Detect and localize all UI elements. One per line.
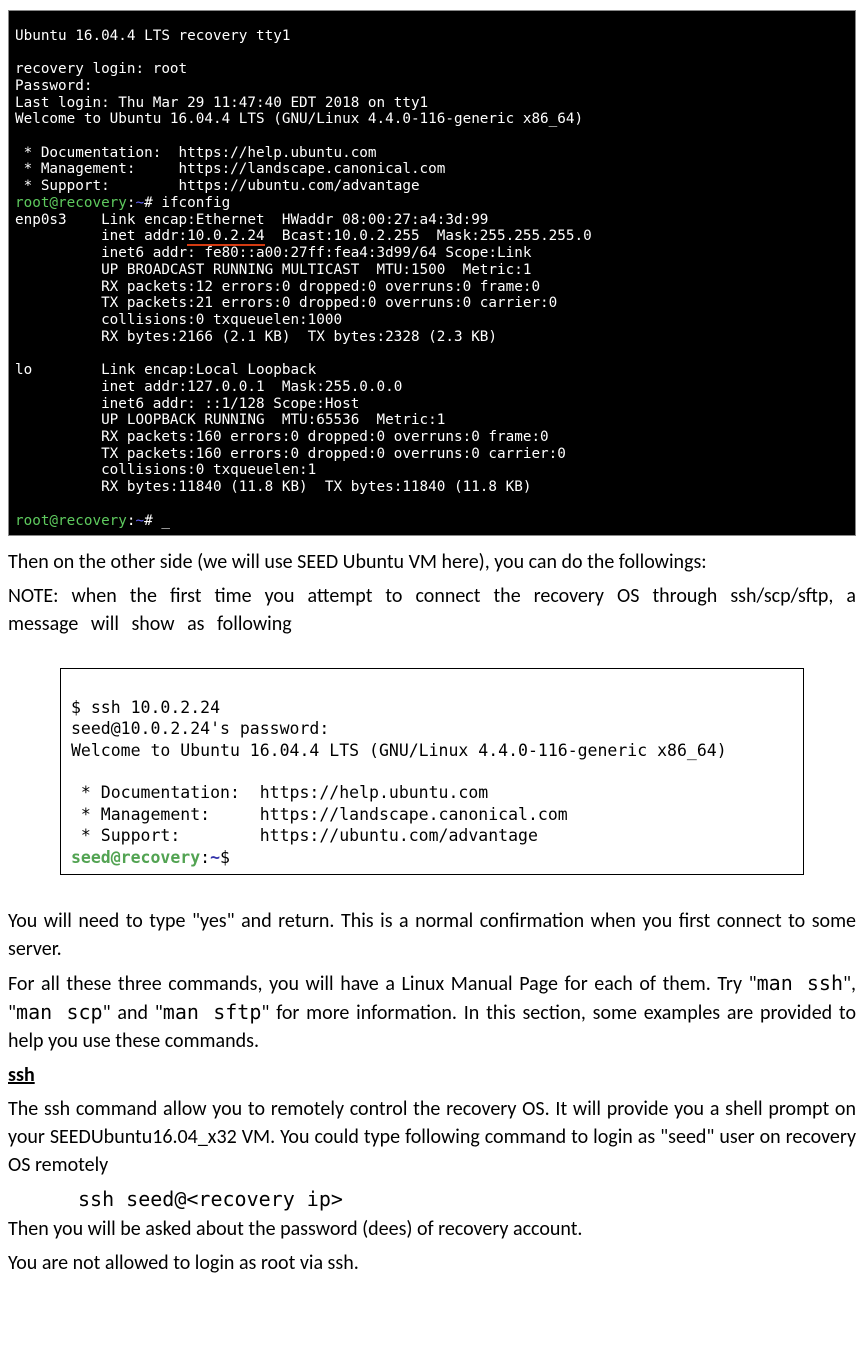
- term-line: Bcast:10.0.2.255 Mask:255.255.255.0: [265, 228, 592, 244]
- term-line: Link encap:Local Loopback: [101, 362, 316, 378]
- term-line: * Support: https://ubuntu.com/advantage: [71, 826, 538, 845]
- prompt-end: $: [220, 848, 230, 867]
- prompt-colon: :: [127, 195, 136, 211]
- term-line: Password:: [15, 78, 92, 94]
- prompt-path: ~: [210, 848, 220, 867]
- term-line: * Support: https://ubuntu.com/advantage: [15, 178, 420, 194]
- body-para-2: You will need to type "yes" and return. …: [0, 895, 864, 1277]
- term-line: Welcome to Ubuntu 16.04.4 LTS (GNU/Linux…: [15, 111, 583, 127]
- cmd-man-sftp: man sftp: [163, 1000, 262, 1024]
- prompt-path: ~: [136, 195, 145, 211]
- ssh-heading: ssh: [8, 1061, 856, 1089]
- term-line: Welcome to Ubuntu 16.04.4 LTS (GNU/Linux…: [71, 741, 727, 760]
- cmd-man-ssh: man ssh: [757, 971, 843, 995]
- term-line: * Management: https://landscape.canonica…: [71, 805, 568, 824]
- para-note: NOTE: when the first time you attempt to…: [8, 582, 856, 638]
- term-line: collisions:0 txqueuelen:1000: [15, 312, 342, 328]
- ssh-command-example: ssh seed@<recovery ip>: [78, 1185, 856, 1213]
- term-line: Ubuntu 16.04.4 LTS recovery tty1: [15, 28, 290, 44]
- prompt-cmd: # ifconfig: [144, 195, 230, 211]
- term-line: inet6 addr: ::1/128 Scope:Host: [15, 396, 359, 412]
- term-line: Last login: Thu Mar 29 11:47:40 EDT 2018…: [15, 95, 428, 111]
- prompt-path: ~: [136, 513, 145, 529]
- cmd-man-scp: man scp: [16, 1000, 103, 1024]
- terminal-seed-ssh: $ ssh 10.0.2.24 seed@10.0.2.24's passwor…: [60, 668, 804, 875]
- prompt-cmd: # _: [144, 513, 170, 529]
- term-line: RX packets:12 errors:0 dropped:0 overrun…: [15, 279, 540, 295]
- term-line: Link encap:Ethernet HWaddr 08:00:27:a4:3…: [101, 212, 488, 228]
- term-line: UP BROADCAST RUNNING MULTICAST MTU:1500 …: [15, 262, 531, 278]
- highlighted-ip: 10.0.2.24: [187, 228, 264, 246]
- term-line: inet addr:127.0.0.1 Mask:255.0.0.0: [15, 379, 402, 395]
- term-line: inet addr:: [15, 228, 187, 244]
- prompt-user: root@recovery: [15, 513, 127, 529]
- term-line: recovery login: root: [15, 61, 187, 77]
- term-line: collisions:0 txqueuelen:1: [15, 462, 316, 478]
- term-line: seed@10.0.2.24's password:: [71, 719, 329, 738]
- prompt-user: root@recovery: [15, 195, 127, 211]
- term-line: $ ssh 10.0.2.24: [71, 698, 220, 717]
- term-line: UP LOOPBACK RUNNING MTU:65536 Metric:1: [15, 412, 445, 428]
- para-ssh-desc: The ssh command allow you to remotely co…: [8, 1095, 856, 1179]
- term-line: RX bytes:11840 (11.8 KB) TX bytes:11840 …: [15, 479, 531, 495]
- term-line: * Documentation: https://help.ubuntu.com: [15, 145, 377, 161]
- term-line: TX packets:160 errors:0 dropped:0 overru…: [15, 446, 566, 462]
- terminal-recovery: Ubuntu 16.04.4 LTS recovery tty1 recover…: [8, 10, 856, 536]
- body-para-1: Then on the other side (we will use SEED…: [0, 536, 864, 638]
- para-no-root: You are not allowed to login as root via…: [8, 1249, 856, 1277]
- term-line: RX bytes:2166 (2.1 KB) TX bytes:2328 (2.…: [15, 329, 497, 345]
- para-password: Then you will be asked about the passwor…: [8, 1215, 856, 1243]
- iface-name: lo: [15, 362, 101, 378]
- term-line: TX packets:21 errors:0 dropped:0 overrun…: [15, 295, 557, 311]
- prompt-colon: :: [200, 848, 210, 867]
- para-man: For all these three commands, you will h…: [8, 969, 856, 1055]
- term-line: RX packets:160 errors:0 dropped:0 overru…: [15, 429, 549, 445]
- term-line: * Management: https://landscape.canonica…: [15, 161, 445, 177]
- prompt-colon: :: [127, 513, 136, 529]
- para-yes: You will need to type "yes" and return. …: [8, 907, 856, 963]
- prompt-user: seed@recovery: [71, 848, 200, 867]
- iface-name: enp0s3: [15, 212, 101, 228]
- term-line: * Documentation: https://help.ubuntu.com: [71, 783, 488, 802]
- term-line: inet6 addr: fe80::a00:27ff:fea4:3d99/64 …: [15, 245, 531, 261]
- para-then: Then on the other side (we will use SEED…: [8, 548, 856, 576]
